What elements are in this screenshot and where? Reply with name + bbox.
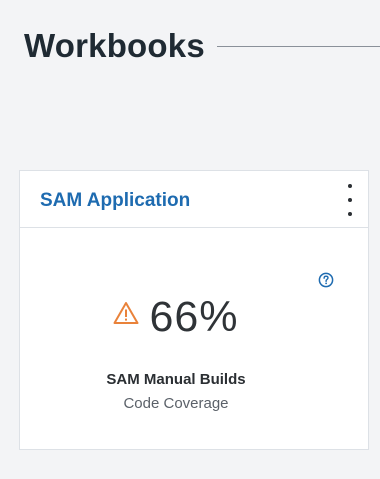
card-header: SAM Application (20, 171, 368, 228)
help-icon[interactable] (318, 272, 334, 288)
metric-display: 66% (20, 293, 332, 342)
section-title: Workbooks (24, 27, 205, 64)
warning-icon (113, 301, 139, 324)
section-divider (216, 45, 380, 47)
workbook-card[interactable]: SAM Application 66% SAM Manual Builds Co… (19, 170, 369, 450)
section-header: Workbooks (24, 22, 380, 70)
overflow-menu-vertical-icon[interactable] (344, 184, 356, 216)
card-title[interactable]: SAM Application (40, 190, 190, 212)
build-name: SAM Manual Builds (106, 371, 246, 388)
metric-value: 66% (149, 293, 239, 341)
metric-label: Code Coverage (123, 395, 229, 412)
